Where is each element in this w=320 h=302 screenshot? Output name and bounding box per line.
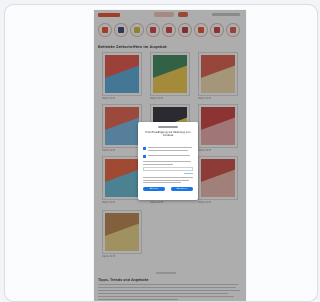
- consent-text-line: [143, 177, 193, 179]
- reject-button[interactable]: Ablehnen: [143, 187, 165, 191]
- checkbox-icon[interactable]: [143, 155, 146, 158]
- checkbox-icon[interactable]: [143, 147, 146, 150]
- consent-text-line: [143, 163, 173, 165]
- consent-text-line: [148, 149, 188, 151]
- settings-link[interactable]: [184, 173, 193, 175]
- consent-text-line: [143, 179, 189, 181]
- consent-text-line: [148, 147, 192, 149]
- screenshot-card: Beliebte Zeitschriften im Angebot Zeitsc…: [4, 4, 318, 302]
- dialog-heading: Ihre Einwilligung zur Nutzung von Cookie…: [145, 130, 191, 138]
- dialog-logo: [158, 126, 178, 128]
- consent-text-line: [148, 155, 190, 157]
- webpage-viewport: Beliebte Zeitschriften im Angebot Zeitsc…: [94, 10, 246, 301]
- settings-select[interactable]: [143, 167, 193, 171]
- cookie-consent-dialog: Ihre Einwilligung zur Nutzung von Cookie…: [138, 122, 198, 200]
- consent-text-line: [143, 161, 191, 163]
- accept-button[interactable]: Akzeptieren: [171, 187, 193, 191]
- consent-text-line: [143, 182, 181, 184]
